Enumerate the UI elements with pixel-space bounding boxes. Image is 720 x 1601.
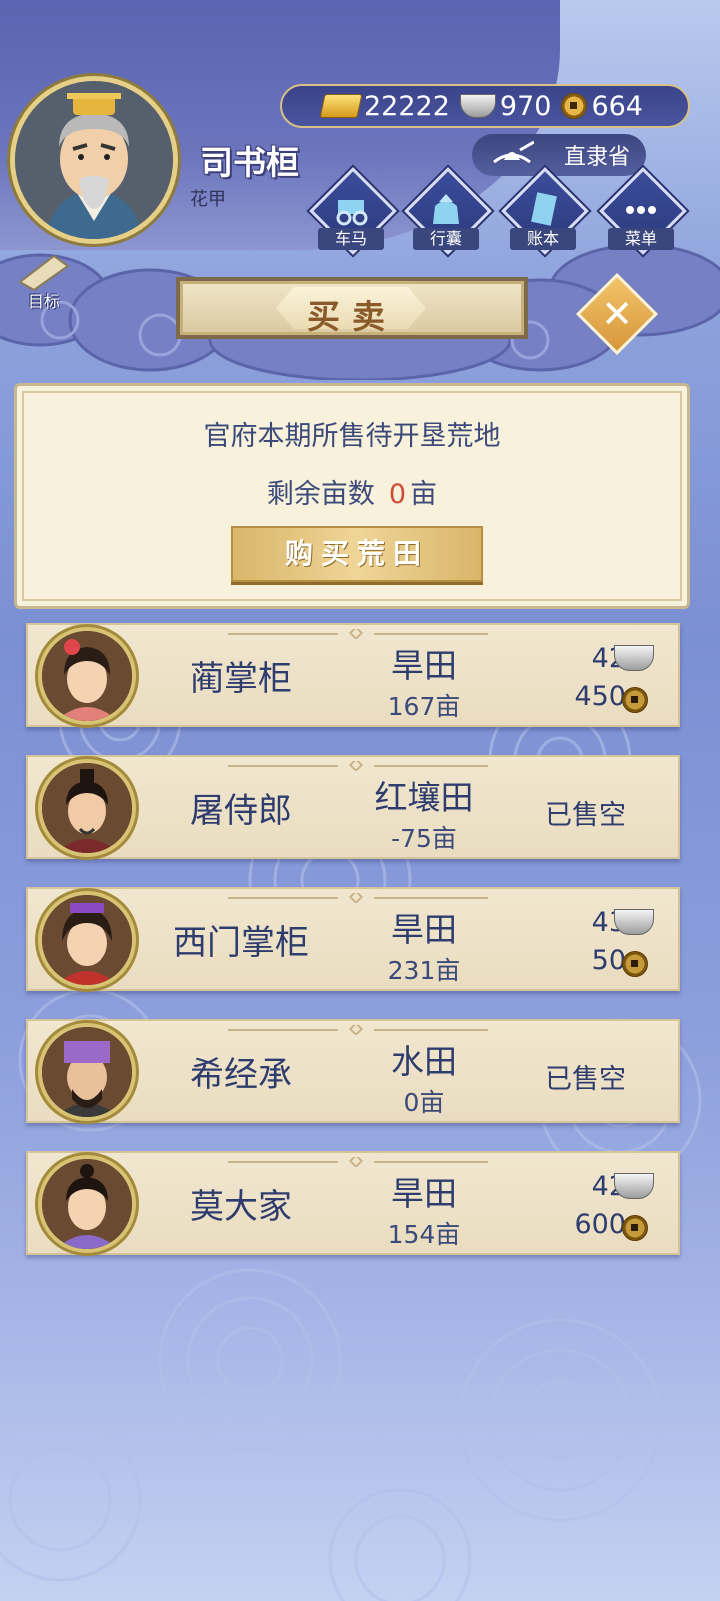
seller-name: 莫大家	[190, 1187, 292, 1227]
land-type: 旱田	[391, 910, 457, 949]
copper-price: 50	[591, 945, 626, 976]
silver-amount: 970	[499, 90, 552, 122]
bag-icon	[433, 194, 459, 224]
land-type: 旱田	[391, 1174, 457, 1213]
wasteland-sale-panel: 官府本期所售待开垦荒地 剩余亩数 0 亩 购买荒田	[14, 383, 690, 609]
remaining-acres: 剩余亩数 0 亩	[17, 472, 687, 511]
menu-label: 菜单	[608, 228, 674, 250]
seller-name: 西门掌柜	[173, 923, 309, 963]
player-age-title: 花甲	[190, 189, 226, 210]
copper-coin-icon	[622, 1215, 648, 1241]
trade-title-banner: 买卖	[176, 277, 528, 339]
menu-button[interactable]: 菜单	[599, 167, 687, 258]
land-type: 水田	[391, 1042, 457, 1081]
remaining-value: 0	[388, 479, 407, 510]
seller-row[interactable]: 西门掌柜 旱田 231亩 43 50	[26, 887, 680, 991]
province-name: 直隶省	[563, 145, 630, 170]
silver-ingot-icon	[614, 909, 654, 935]
trade-title: 买卖	[307, 297, 397, 336]
seller-avatar	[38, 891, 136, 989]
copper-price: 600	[574, 1209, 626, 1240]
panel-heading: 官府本期所售待开垦荒地	[203, 421, 501, 452]
bag-button[interactable]: 行囊	[404, 167, 492, 258]
seller-row[interactable]: 希经承 水田 0亩 已售空	[26, 1019, 680, 1123]
target-label: 目标	[28, 292, 61, 311]
copper-price: 450	[574, 681, 626, 712]
land-type: 旱田	[391, 646, 457, 685]
remaining-label: 剩余亩数	[266, 479, 375, 510]
player-name: 司书桓	[200, 143, 299, 182]
seller-name: 屠侍郎	[190, 791, 292, 831]
seller-row[interactable]: 屠侍郎 红壤田 -75亩 已售空	[26, 755, 680, 859]
seller-name: 蔺掌柜	[190, 659, 292, 699]
land-acres: 154亩	[387, 1220, 461, 1249]
remaining-unit: 亩	[410, 479, 438, 510]
copper-coin-icon	[622, 951, 648, 977]
seller-avatar	[38, 759, 136, 857]
silver-ingot-icon	[459, 94, 496, 118]
official-hat-icon	[493, 140, 534, 164]
close-icon: ✕	[601, 292, 633, 336]
ledger-icon	[531, 192, 557, 226]
copper-amount: 664	[591, 90, 643, 122]
ledger-label: 账本	[510, 228, 576, 250]
gold-amount: 22222	[364, 90, 450, 122]
player-avatar[interactable]	[10, 76, 178, 244]
seller-avatar	[38, 1155, 136, 1253]
more-icon	[626, 206, 656, 214]
seller-row[interactable]: 莫大家 旱田 154亩 42 600	[26, 1151, 680, 1255]
seller-name: 希经承	[190, 1055, 292, 1095]
province-button[interactable]: 直隶省	[472, 134, 646, 176]
carriage-label: 车马	[318, 228, 384, 250]
ledger-button[interactable]: 账本	[501, 167, 589, 258]
sold-out-text: 已售空	[545, 800, 626, 831]
carriage-icon	[336, 200, 368, 226]
sold-out-text: 已售空	[545, 1064, 626, 1095]
gold-ingot-icon	[319, 94, 363, 118]
currency-bar: 22222 970 664	[280, 84, 690, 128]
player-portrait	[15, 81, 173, 239]
land-acres: 231亩	[387, 956, 461, 985]
silver-ingot-icon	[614, 645, 654, 671]
copper-coin-icon	[622, 687, 648, 713]
seller-row[interactable]: 蔺掌柜 旱田 167亩 42 450	[26, 623, 680, 727]
land-acres: 167亩	[387, 692, 461, 721]
target-button[interactable]: 目标	[10, 252, 80, 312]
land-type: 红壤田	[374, 778, 474, 817]
seller-avatar	[38, 627, 136, 725]
bag-label: 行囊	[413, 228, 479, 250]
silver-ingot-icon	[614, 1173, 654, 1199]
carriage-button[interactable]: 车马	[309, 167, 397, 258]
land-acres: 0亩	[403, 1088, 445, 1117]
copper-coin-icon	[561, 93, 588, 119]
buy-wasteland-button[interactable]: 购买荒田	[231, 526, 483, 582]
seller-avatar	[38, 1023, 136, 1121]
land-acres: -75亩	[391, 824, 457, 853]
scroll-icon	[18, 254, 70, 292]
